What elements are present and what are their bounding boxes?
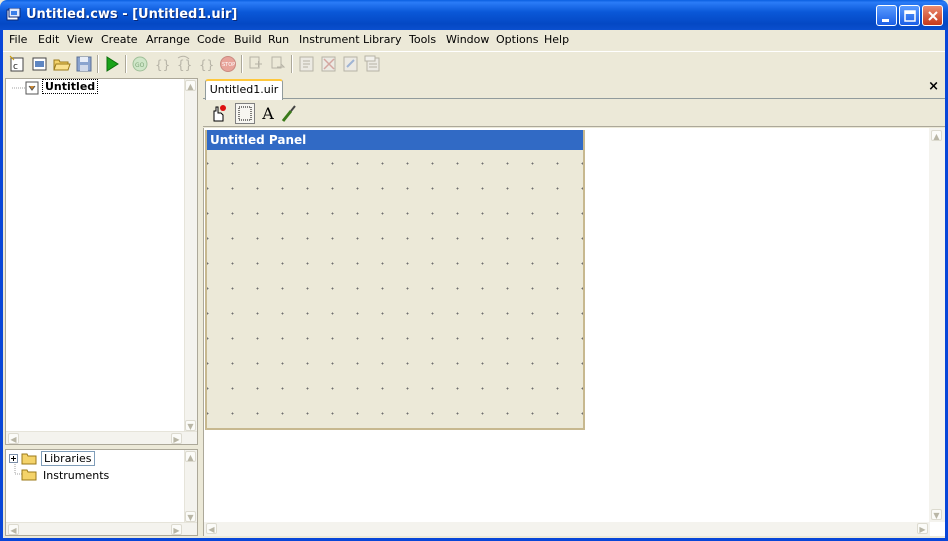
scroll-down-icon[interactable]: ▼ (931, 509, 942, 520)
title-bar: Untitled.cws - [Untitled1.uir] (0, 0, 948, 30)
tree-node-instruments[interactable]: Instruments (43, 469, 109, 482)
scroll-up-icon[interactable]: ▲ (185, 80, 196, 91)
menu-library[interactable]: Library (363, 33, 401, 46)
menu-help[interactable]: Help (544, 33, 569, 46)
open-icon[interactable] (53, 55, 71, 73)
close-button[interactable] (922, 5, 943, 26)
menu-instrument[interactable]: Instrument (299, 33, 360, 46)
new-uir-icon[interactable] (31, 55, 49, 73)
tree-node-libraries-label: Libraries (41, 451, 95, 466)
next-tag-icon[interactable] (269, 55, 287, 73)
menu-build[interactable]: Build (234, 33, 262, 46)
svg-text:STOP: STOP (222, 62, 235, 68)
menu-edit[interactable]: Edit (38, 33, 59, 46)
menu-options[interactable]: Options (496, 33, 538, 46)
menu-create[interactable]: Create (101, 33, 138, 46)
scroll-left-icon[interactable]: ◀ (8, 433, 19, 444)
new-project-icon[interactable]: c (9, 55, 27, 73)
tree-node-workspace[interactable]: Untitled (42, 79, 99, 94)
toolbar-separator (125, 55, 127, 73)
operate-tool-button[interactable] (208, 103, 228, 124)
label-tool-icon: A (262, 104, 274, 123)
project-tree-vscroll[interactable]: ▲ ▼ (184, 79, 197, 432)
scroll-left-icon[interactable]: ◀ (8, 524, 19, 535)
maximize-button[interactable] (899, 5, 920, 26)
main-toolbar: c GO {} {} {} STOP (3, 51, 945, 76)
label-tool-button[interactable]: A (258, 103, 278, 124)
finish-function-icon[interactable]: {} (197, 55, 215, 73)
uir-code-icon[interactable] (364, 55, 382, 73)
uir-edit-icon[interactable] (298, 55, 316, 73)
library-tree-hscroll[interactable]: ◀ ▶ (6, 522, 197, 535)
minimize-button[interactable] (876, 5, 897, 26)
folder-icon (21, 469, 37, 481)
window-title: Untitled.cws - [Untitled1.uir] (26, 7, 238, 22)
svg-text:{}: {} (155, 58, 170, 72)
toggle-tag-icon[interactable] (247, 55, 265, 73)
go-icon[interactable]: GO (131, 55, 149, 73)
color-tool-button[interactable] (279, 103, 299, 124)
step-into-icon[interactable]: {} (153, 55, 171, 73)
menu-view[interactable]: View (67, 33, 93, 46)
document-tabs: Untitled1.uir × (203, 77, 945, 100)
tree-node-libraries[interactable]: Libraries (41, 451, 95, 466)
operate-tool-icon (213, 105, 226, 122)
scroll-left-icon[interactable]: ◀ (206, 523, 217, 534)
maximize-icon (904, 10, 916, 22)
scroll-right-icon[interactable]: ▶ (171, 524, 182, 535)
svg-text:{}: {} (199, 58, 214, 72)
project-tree[interactable]: Untitled ▲ ▼ ◀ ▶ (5, 78, 198, 445)
toolbar-separator (241, 55, 243, 73)
save-icon[interactable] (75, 55, 93, 73)
menu-file[interactable]: File (9, 33, 27, 46)
scroll-up-icon[interactable]: ▲ (185, 451, 196, 462)
minimize-icon (882, 19, 889, 22)
uir-delete-icon[interactable] (320, 55, 338, 73)
untitled-panel[interactable]: Untitled Panel (205, 130, 585, 430)
scroll-right-icon[interactable]: ▶ (171, 433, 182, 444)
uir-properties-icon[interactable] (342, 55, 360, 73)
edit-tool-icon (238, 106, 252, 121)
library-tree[interactable]: Libraries Instruments ▲ ▼ ◀ ▶ (5, 449, 198, 536)
tree-node-workspace-label: Untitled (42, 79, 99, 94)
menu-code[interactable]: Code (197, 33, 225, 46)
run-icon[interactable] (103, 55, 121, 73)
editor-hscroll[interactable]: ◀ ▶ (204, 522, 930, 536)
menu-run[interactable]: Run (268, 33, 289, 46)
toolbar-separator (291, 55, 293, 73)
expand-icon[interactable] (9, 454, 19, 464)
tab-untitled1-uir[interactable]: Untitled1.uir (205, 79, 283, 100)
scroll-down-icon[interactable]: ▼ (185, 420, 196, 431)
menu-window[interactable]: Window (446, 33, 489, 46)
menu-bar: File Edit View Create Arrange Code Build… (3, 30, 945, 50)
stop-icon[interactable]: STOP (219, 55, 237, 73)
scroll-up-icon[interactable]: ▲ (931, 130, 942, 141)
panel-title-bar[interactable]: Untitled Panel (207, 130, 583, 150)
workspace-icon (25, 81, 39, 95)
color-tool-icon (281, 105, 296, 122)
app-icon[interactable] (6, 8, 21, 22)
close-icon (928, 11, 938, 21)
svg-text:{}: {} (177, 58, 192, 72)
scroll-down-icon[interactable]: ▼ (185, 511, 196, 522)
svg-text:GO: GO (135, 62, 145, 69)
menu-tools[interactable]: Tools (409, 33, 436, 46)
project-tree-hscroll[interactable]: ◀ ▶ (6, 431, 197, 444)
library-tree-vscroll[interactable]: ▲ ▼ (184, 450, 197, 523)
editor-vscroll[interactable]: ▲ ▼ (929, 128, 945, 522)
step-over-icon[interactable]: {} (175, 55, 193, 73)
edit-tool-button[interactable] (235, 103, 255, 124)
uir-editor-canvas[interactable]: Untitled Panel ▲ ▼ ◀ ▶ (203, 128, 945, 536)
menu-arrange[interactable]: Arrange (146, 33, 190, 46)
uir-editor-toolbar: A (203, 100, 945, 127)
scroll-right-icon[interactable]: ▶ (917, 523, 928, 534)
toolbar-separator (97, 55, 99, 73)
svg-text:c: c (13, 62, 18, 72)
close-tab-icon[interactable]: × (928, 79, 939, 94)
